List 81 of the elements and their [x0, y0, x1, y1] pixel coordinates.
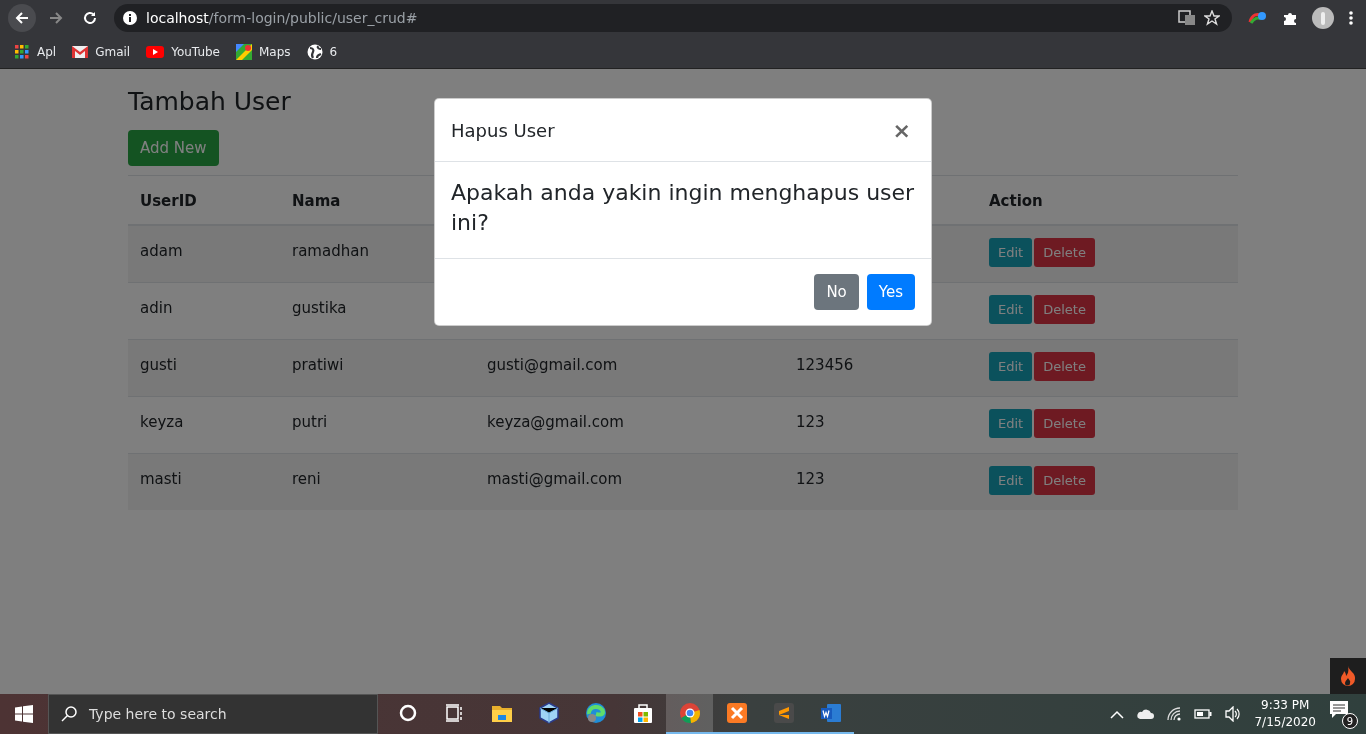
- table-cell: pratiwi: [292, 356, 344, 374]
- table-cell: keyza: [140, 413, 184, 431]
- wifi-icon[interactable]: [1166, 706, 1183, 722]
- delete-button[interactable]: Delete: [1034, 238, 1095, 267]
- column-header: UserID: [140, 192, 197, 210]
- edit-button[interactable]: Edit: [989, 409, 1033, 438]
- download-manager-icon[interactable]: [1248, 10, 1268, 26]
- yes-button[interactable]: Yes: [866, 274, 915, 310]
- table-cell: 123: [796, 470, 825, 488]
- avatar-icon[interactable]: [1312, 7, 1334, 29]
- word-icon: [819, 702, 842, 724]
- column-header: Nama: [292, 192, 341, 210]
- battery-icon[interactable]: [1194, 709, 1213, 719]
- table-cell: masti: [140, 470, 182, 488]
- shopping-bag-icon: [631, 702, 654, 724]
- bookmark[interactable]: YouTube: [146, 45, 220, 59]
- bookmark[interactable]: 6: [306, 44, 338, 60]
- edit-button[interactable]: Edit: [989, 238, 1033, 267]
- table-cell: reni: [292, 470, 321, 488]
- table-cell: adam: [140, 242, 183, 260]
- table-cell: masti@gmail.com: [487, 470, 623, 488]
- table-cell: keyza@gmail.com: [487, 413, 624, 431]
- star-icon[interactable]: [1204, 10, 1220, 26]
- page-heading: Tambah User: [128, 87, 291, 116]
- flame-icon: [1340, 666, 1356, 686]
- mail-icon: [72, 46, 89, 58]
- edit-button[interactable]: Edit: [989, 295, 1033, 324]
- delete-button[interactable]: Delete: [1034, 466, 1095, 495]
- bookmark[interactable]: Apl: [14, 44, 57, 60]
- search-icon: [61, 706, 77, 722]
- xampp-icon: [725, 702, 748, 724]
- cube-icon: [537, 702, 560, 724]
- edit-button[interactable]: Edit: [989, 466, 1033, 495]
- search-placeholder: Type here to search: [89, 706, 227, 722]
- column-header: Action: [989, 192, 1043, 210]
- bookmark[interactable]: Maps: [236, 44, 291, 60]
- table-cell: putri: [292, 413, 328, 431]
- delete-button[interactable]: Delete: [1034, 409, 1095, 438]
- windows-logo-icon: [15, 705, 33, 723]
- table-cell: gusti: [140, 356, 177, 374]
- close-button[interactable]: ×: [888, 117, 915, 143]
- dialog-message: Apakah anda yakin ingin menghapus user ini?: [451, 179, 915, 237]
- sublime-icon: [772, 702, 795, 724]
- speaker-icon[interactable]: [1224, 706, 1243, 722]
- cloud-icon[interactable]: [1136, 708, 1155, 720]
- swirl-icon: [584, 702, 607, 724]
- translate-icon[interactable]: [1178, 10, 1196, 26]
- bookmark[interactable]: Gmail: [72, 45, 131, 59]
- table-cell: ramadhan: [292, 242, 369, 260]
- table-cell: 123456: [796, 356, 854, 374]
- chevron-up-icon[interactable]: [1110, 709, 1125, 719]
- chrome-icon: [678, 702, 701, 724]
- table-cell: adin: [140, 299, 173, 317]
- notification-badge: 9: [1342, 713, 1358, 729]
- menu-icon[interactable]: [1348, 10, 1354, 26]
- dialog-title: Hapus User: [451, 119, 555, 141]
- clock-date: 7/15/2020: [1254, 714, 1316, 731]
- forward-arrow-icon: [48, 10, 64, 26]
- reload-icon: [82, 10, 98, 26]
- address-bar[interactable]: localhost/form-login/public/user_crud#: [114, 4, 1232, 32]
- globe-icon: [306, 44, 323, 60]
- url-text: localhost/form-login/public/user_crud#: [146, 10, 419, 26]
- back-arrow-icon: [14, 10, 30, 26]
- delete-button[interactable]: Delete: [1034, 352, 1095, 381]
- clock[interactable]: 9:33 PM 7/15/2020: [1254, 697, 1316, 731]
- edit-button[interactable]: Edit: [989, 352, 1033, 381]
- no-button[interactable]: No: [814, 274, 859, 310]
- play-icon: [146, 46, 165, 58]
- back-button[interactable]: [8, 4, 36, 32]
- add-new-button[interactable]: Add New: [128, 130, 219, 166]
- table-cell: gustika: [292, 299, 347, 317]
- table-cell: 123: [796, 413, 825, 431]
- delete-button[interactable]: Delete: [1034, 295, 1095, 324]
- info-icon: [122, 10, 138, 26]
- map-icon: [236, 44, 252, 60]
- table-cell: gusti@gmail.com: [487, 356, 618, 374]
- puzzle-icon[interactable]: [1282, 10, 1298, 26]
- apps-grid-icon: [14, 44, 30, 60]
- debug-toolbar-button[interactable]: [1330, 658, 1366, 694]
- taskbar-search-field[interactable]: Type here to search: [48, 694, 378, 734]
- clock-time: 9:33 PM: [1261, 697, 1310, 714]
